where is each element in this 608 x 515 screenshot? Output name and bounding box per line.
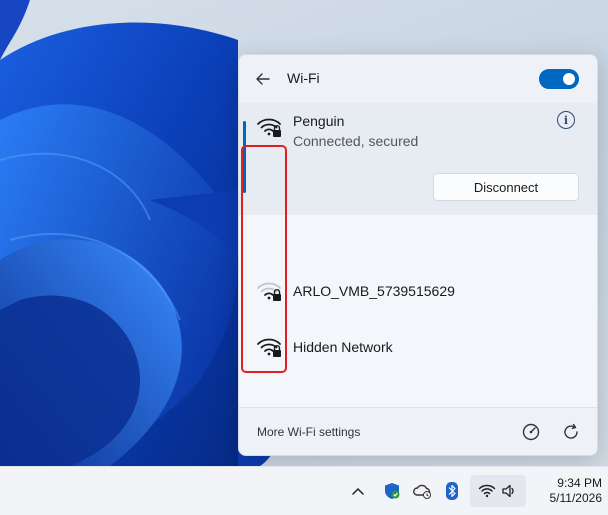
selected-indicator (243, 121, 246, 193)
volume-icon (502, 484, 514, 498)
flyout-header: Wi-Fi (239, 55, 597, 103)
taskbar: 9:34 PM 5/11/2026 (0, 466, 608, 515)
wifi-toggle[interactable] (539, 69, 579, 89)
wifi-flyout: Wi-Fi Penguin Connected, secured i Disco… (238, 54, 598, 456)
network-item-connected[interactable]: Penguin Connected, secured i Disconnect (239, 103, 597, 215)
wifi-secured-icon (257, 118, 281, 137)
hotspot-manager-icon[interactable] (521, 422, 541, 442)
show-hidden-icons-button[interactable] (348, 481, 368, 501)
network-name: Hidden Network (293, 339, 393, 355)
wifi-icon (478, 484, 496, 498)
windows-security-tray[interactable] (382, 481, 402, 501)
windows-security-icon (385, 483, 400, 499)
toggle-knob (563, 73, 575, 85)
network-list: Penguin Connected, secured i Disconnect … (239, 103, 597, 407)
network-item-hidden[interactable]: Hidden Network (239, 321, 597, 377)
flyout-title: Wi-Fi (287, 70, 320, 86)
network-volume-tray-button[interactable] (470, 475, 526, 507)
bluetooth-icon (446, 482, 458, 500)
network-item-arlo[interactable]: ARLO_VMB_5739515629 (239, 265, 597, 321)
network-name: ARLO_VMB_5739515629 (293, 283, 455, 299)
disconnect-button[interactable]: Disconnect (433, 173, 579, 201)
back-arrow-icon (256, 73, 270, 85)
more-wifi-settings-link[interactable]: More Wi-Fi settings (257, 425, 360, 439)
wifi-secured-icon (257, 338, 281, 357)
chevron-up-icon (352, 487, 364, 495)
taskbar-clock[interactable]: 9:34 PM 5/11/2026 (530, 476, 603, 506)
back-button[interactable] (253, 69, 273, 89)
network-properties-button[interactable]: i (557, 111, 575, 129)
bluetooth-tray[interactable] (442, 481, 462, 501)
wifi-weak-secured-icon (257, 282, 281, 301)
info-icon: i (563, 113, 569, 127)
clock-time: 9:34 PM (557, 476, 602, 490)
refresh-icon[interactable] (561, 422, 581, 442)
network-status: Connected, secured (293, 133, 419, 149)
clock-date: 5/11/2026 (549, 491, 603, 505)
network-name: Penguin (293, 113, 345, 129)
onedrive-icon (413, 484, 431, 499)
flyout-footer: More Wi-Fi settings (239, 407, 597, 455)
onedrive-tray[interactable] (412, 481, 432, 501)
